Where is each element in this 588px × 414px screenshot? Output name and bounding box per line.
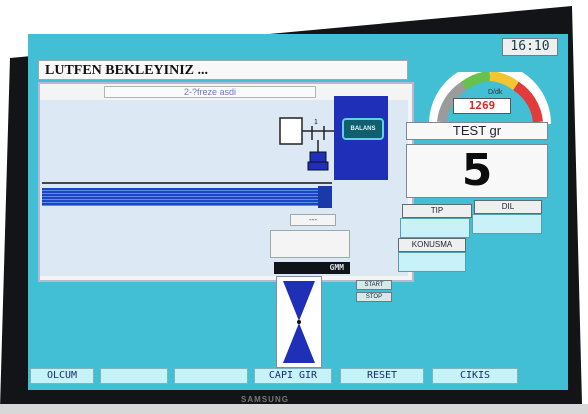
konusma-value-field[interactable] <box>398 252 466 272</box>
capi-gir-button[interactable]: CAPI GIR <box>254 368 332 384</box>
rpm-value: 1269 <box>453 98 511 114</box>
stop-button[interactable]: STOP <box>356 292 392 302</box>
tip-button[interactable]: TIP <box>402 204 472 218</box>
bottom-blank-button-1[interactable] <box>100 368 168 384</box>
tip-value-field[interactable] <box>400 218 470 238</box>
measurement-readout: --- <box>290 214 336 226</box>
workpiece-bar <box>42 188 332 206</box>
konusma-button[interactable]: KONUSMA <box>398 238 466 252</box>
spindle-number: 1 <box>314 119 318 126</box>
test-value: 5 <box>406 144 548 198</box>
test-label: TEST gr <box>406 122 548 140</box>
value-input-field[interactable] <box>270 230 350 258</box>
desk-background <box>0 404 588 414</box>
start-button[interactable]: START <box>356 280 392 290</box>
hmi-screen: 16:10 LUTFEN BEKLEYINIZ ... 2-?freze asd… <box>28 34 568 390</box>
hourglass-icon <box>283 281 315 363</box>
gauge-unit-label: D/dk <box>488 89 503 96</box>
gmm-display: GMM <box>274 262 350 274</box>
monitor-brand: SAMSUNG <box>241 395 289 404</box>
cikis-button[interactable]: CIKIS <box>432 368 518 384</box>
feed-indicator-frame <box>276 276 322 368</box>
dil-value-field[interactable] <box>472 214 542 234</box>
dil-button[interactable]: DIL <box>474 200 542 214</box>
bottom-blank-button-2[interactable] <box>174 368 248 384</box>
olcum-button[interactable]: OLCUM <box>30 368 94 384</box>
workpiece-bar-end <box>318 186 332 208</box>
reset-button[interactable]: RESET <box>340 368 424 384</box>
